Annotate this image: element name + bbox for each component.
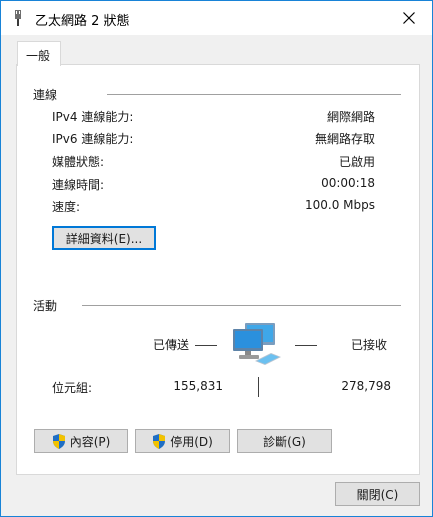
ipv4-value: 網際網路 bbox=[326, 110, 375, 124]
properties-button-label: 內容(P) bbox=[69, 434, 111, 449]
received-label: 已接收 bbox=[351, 338, 388, 352]
connection-divider bbox=[107, 94, 401, 95]
ipv6-value: 無網路存取 bbox=[314, 132, 375, 146]
speed-label: 速度: bbox=[52, 200, 81, 214]
network-adapter-icon bbox=[15, 10, 21, 26]
duration-value: 00:00:18 bbox=[321, 176, 375, 190]
properties-button[interactable]: 內容(P) bbox=[34, 429, 128, 453]
tab-general[interactable]: 一般 bbox=[17, 41, 61, 66]
bytes-sent-value: 155,831 bbox=[173, 379, 223, 393]
disable-button[interactable]: 停用(D) bbox=[135, 429, 230, 453]
ipv6-label: IPv6 連線能力: bbox=[52, 132, 134, 146]
dialog-window: 乙太網路 2 狀態 一般 連線 IPv4 連線能力: 網際網路 IPv6 連線能… bbox=[0, 0, 433, 517]
shield-icon bbox=[52, 433, 65, 449]
disable-button-label: 停用(D) bbox=[170, 434, 213, 449]
close-icon bbox=[403, 12, 415, 24]
media-state-value: 已啟用 bbox=[338, 155, 375, 169]
details-button[interactable]: 詳細資料(E)... bbox=[52, 226, 156, 250]
diagnose-button[interactable]: 診斷(G) bbox=[237, 429, 332, 453]
sent-line bbox=[195, 345, 217, 346]
activity-divider bbox=[82, 305, 401, 306]
received-line bbox=[295, 345, 317, 346]
network-computers-icon bbox=[233, 323, 281, 365]
bytes-received-value: 278,798 bbox=[341, 379, 391, 393]
window-title: 乙太網路 2 狀態 bbox=[35, 14, 130, 29]
close-window-button[interactable] bbox=[386, 1, 432, 35]
title-bar[interactable]: 乙太網路 2 狀態 bbox=[1, 1, 432, 35]
speed-value: 100.0 Mbps bbox=[304, 198, 375, 212]
activity-section-header: 活動 bbox=[33, 299, 58, 313]
sent-label: 已傳送 bbox=[153, 338, 190, 352]
tab-panel: 連線 IPv4 連線能力: 網際網路 IPv6 連線能力: 無網路存取 媒體狀態… bbox=[16, 64, 420, 475]
duration-label: 連線時間: bbox=[52, 178, 105, 192]
bytes-label: 位元組: bbox=[52, 381, 93, 395]
connection-section-header: 連線 bbox=[33, 88, 58, 102]
tab-general-label: 一般 bbox=[26, 49, 51, 63]
bytes-separator bbox=[258, 377, 259, 397]
shield-icon bbox=[153, 433, 166, 449]
close-button[interactable]: 關閉(C) bbox=[335, 482, 420, 506]
media-state-label: 媒體狀態: bbox=[52, 155, 105, 169]
ipv4-label: IPv4 連線能力: bbox=[52, 110, 134, 124]
